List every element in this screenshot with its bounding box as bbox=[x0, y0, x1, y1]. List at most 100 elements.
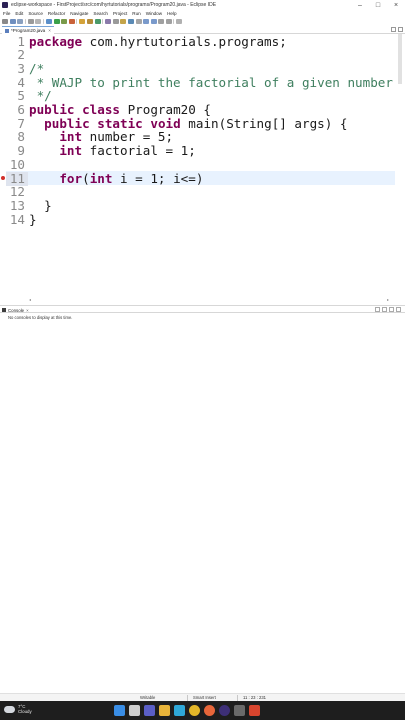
code-line[interactable]: public class Program20 { bbox=[29, 103, 211, 117]
new-java-project-icon[interactable] bbox=[79, 18, 86, 24]
status-writable: Writable bbox=[140, 695, 156, 700]
whitespace-icon[interactable] bbox=[135, 18, 142, 24]
menu-file[interactable]: File bbox=[3, 11, 10, 16]
file-explorer-icon[interactable] bbox=[129, 705, 140, 716]
eclipse-icon[interactable] bbox=[219, 705, 230, 716]
line-number-gutter[interactable]: 1 2 3 4 5 6 7 8 9 10 11 12 13 14 bbox=[6, 34, 28, 300]
editor-view-controls bbox=[389, 27, 403, 32]
maximize-icon[interactable]: □ bbox=[369, 0, 387, 10]
line-number: 6 bbox=[17, 102, 25, 117]
firefox-icon[interactable] bbox=[204, 705, 215, 716]
cloud-icon bbox=[4, 705, 15, 713]
media-icon[interactable] bbox=[234, 705, 245, 716]
external-tools-icon[interactable] bbox=[68, 18, 75, 24]
code-token: i = 1; i<=) bbox=[112, 170, 204, 186]
maximize-view-icon[interactable] bbox=[398, 27, 403, 32]
menu-run[interactable]: Run bbox=[132, 11, 140, 16]
open-type-icon[interactable] bbox=[105, 18, 112, 24]
code-line[interactable]: /* bbox=[29, 62, 44, 76]
menu-window[interactable]: Window bbox=[146, 11, 162, 16]
menu-project[interactable]: Project bbox=[113, 11, 127, 16]
toolbar-separator bbox=[102, 18, 104, 24]
window-title: eclipse-workspace - FirstProject/src/com… bbox=[11, 2, 217, 8]
console-minimize-icon[interactable] bbox=[389, 307, 394, 312]
line-number: 5 bbox=[17, 88, 25, 104]
console-close-icon[interactable]: × bbox=[26, 308, 29, 313]
scroll-right-icon[interactable]: ▸ bbox=[387, 297, 389, 302]
console-maximize-icon[interactable] bbox=[396, 307, 401, 312]
weather-widget[interactable]: 7°C Cloudy bbox=[4, 704, 32, 714]
menu-source[interactable]: Source bbox=[28, 11, 43, 16]
menu-search[interactable]: Search bbox=[93, 11, 108, 16]
code-keyword: for bbox=[59, 170, 83, 186]
windows-start-icon[interactable] bbox=[114, 705, 125, 716]
close-icon[interactable]: × bbox=[387, 0, 405, 10]
status-cursor-position: 11 : 23 : 231 bbox=[243, 695, 266, 700]
print-icon[interactable] bbox=[27, 18, 34, 24]
code-editor[interactable]: 1 2 3 4 5 6 7 8 9 10 11 12 13 14 package com.hyrtutor… bbox=[0, 34, 405, 300]
editor-horizontal-scrollbar[interactable]: ◂ ▸ bbox=[29, 297, 389, 302]
folder-icon[interactable] bbox=[159, 705, 170, 716]
code-line[interactable]: for(int i = 1; i<=) bbox=[29, 170, 204, 186]
code-line[interactable]: package com.hyrtutorials.programs; bbox=[29, 33, 287, 49]
code-line[interactable]: } bbox=[29, 212, 37, 227]
console-open-icon[interactable] bbox=[375, 307, 380, 312]
error-marker-icon[interactable] bbox=[1, 176, 5, 180]
teams-icon[interactable] bbox=[144, 705, 155, 716]
search-icon[interactable] bbox=[112, 18, 119, 24]
scroll-left-icon[interactable]: ◂ bbox=[29, 297, 31, 302]
new-icon[interactable] bbox=[2, 18, 8, 24]
debug-icon[interactable] bbox=[45, 18, 52, 24]
mark-occurrences-icon[interactable] bbox=[127, 18, 134, 24]
code-line[interactable]: */ bbox=[29, 89, 52, 103]
pin-icon[interactable] bbox=[176, 18, 183, 24]
save-all-icon[interactable] bbox=[17, 18, 24, 24]
forward-icon[interactable] bbox=[165, 18, 172, 24]
tab-console[interactable]: Console × bbox=[2, 306, 29, 314]
back-icon[interactable] bbox=[158, 18, 165, 24]
toolbar bbox=[0, 17, 405, 25]
line-number: 13 bbox=[9, 197, 25, 213]
save-icon[interactable] bbox=[9, 18, 16, 24]
console-pin-icon[interactable] bbox=[382, 307, 387, 312]
new-package-icon[interactable] bbox=[86, 18, 93, 24]
eclipse-window: eclipse-workspace - FirstProject/src/com… bbox=[0, 0, 405, 720]
code-line[interactable]: int factorial = 1; bbox=[29, 144, 195, 158]
tab-label: *Program20.java bbox=[11, 28, 46, 33]
minimize-icon[interactable]: – bbox=[351, 0, 369, 10]
code-line[interactable]: * WAJP to print the factorial of a given… bbox=[29, 75, 393, 90]
line-number: 7 bbox=[17, 115, 25, 131]
scrollbar-thumb[interactable] bbox=[398, 34, 402, 84]
title-bar: eclipse-workspace - FirstProject/src/com… bbox=[0, 0, 405, 10]
code-line[interactable]: public static void main(String[] args) { bbox=[29, 116, 347, 131]
line-number: 12 bbox=[9, 184, 25, 200]
tab-close-icon[interactable]: × bbox=[48, 28, 51, 33]
chrome-icon[interactable] bbox=[189, 705, 200, 716]
edge-icon[interactable] bbox=[174, 705, 185, 716]
menu-refactor[interactable]: Refactor bbox=[48, 11, 65, 16]
line-number: 9 bbox=[17, 143, 25, 159]
eclipse-app-icon bbox=[2, 2, 8, 8]
coverage-icon[interactable] bbox=[61, 18, 68, 24]
menu-edit[interactable]: Edit bbox=[15, 11, 23, 16]
annotation-icon[interactable] bbox=[120, 18, 127, 24]
window-controls: – □ × bbox=[351, 0, 405, 10]
code-text[interactable]: package com.hyrtutorials.programs; /* * W… bbox=[29, 34, 395, 300]
console-tab-row: Console × bbox=[0, 305, 405, 313]
next-annotation-icon[interactable] bbox=[143, 18, 150, 24]
new-class-icon[interactable] bbox=[94, 18, 101, 24]
console-icon bbox=[2, 308, 6, 312]
code-keyword: package bbox=[29, 33, 83, 49]
line-number: 1 bbox=[17, 33, 25, 49]
toolbar-separator bbox=[76, 18, 78, 24]
run-icon[interactable] bbox=[53, 18, 60, 24]
menu-navigate[interactable]: Navigate bbox=[70, 11, 88, 16]
app-icon[interactable] bbox=[249, 705, 260, 716]
prev-annotation-icon[interactable] bbox=[150, 18, 157, 24]
menu-help[interactable]: Help bbox=[167, 11, 176, 16]
code-line[interactable]: } bbox=[29, 199, 52, 213]
code-line[interactable]: int number = 5; bbox=[29, 130, 173, 144]
editor-vertical-scrollbar[interactable] bbox=[397, 34, 403, 298]
minimize-view-icon[interactable] bbox=[391, 27, 396, 32]
toggle-icon[interactable] bbox=[35, 18, 42, 24]
